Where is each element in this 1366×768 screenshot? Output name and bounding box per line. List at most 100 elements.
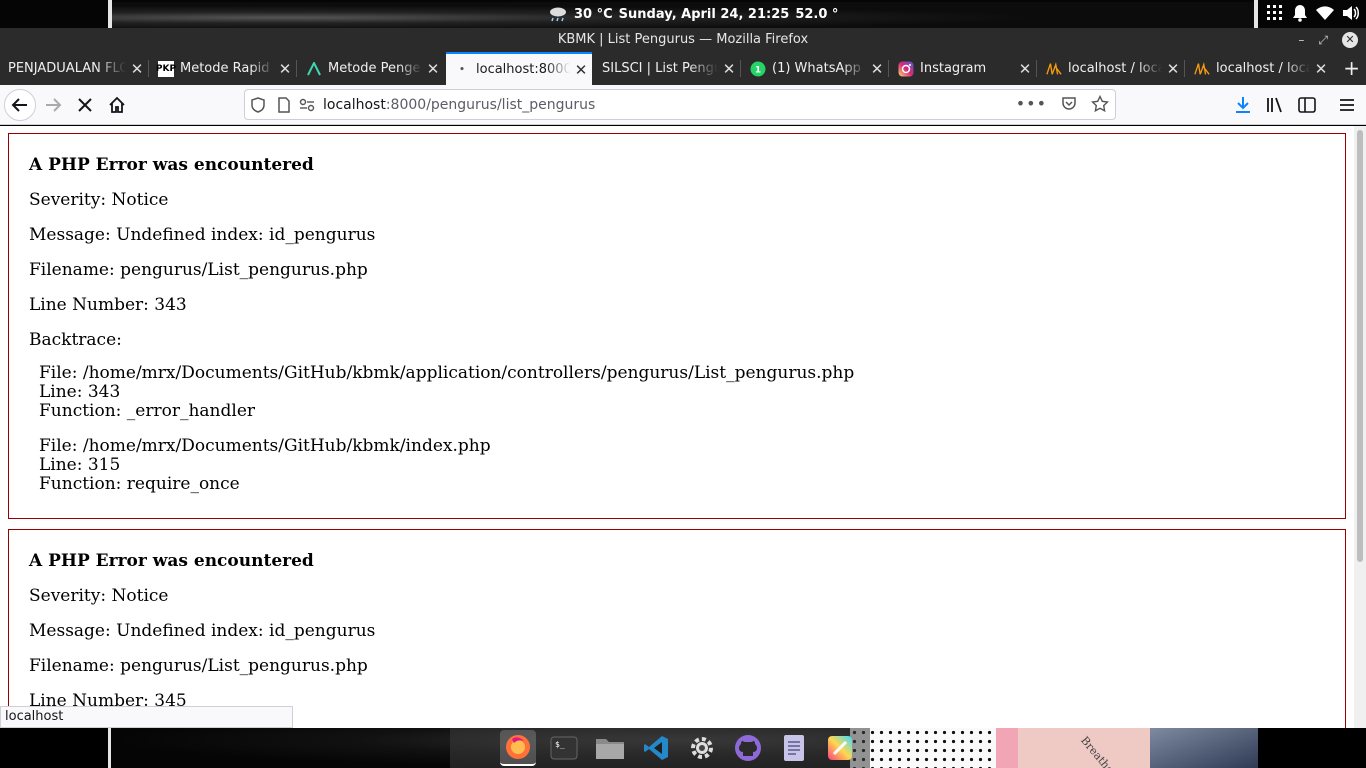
download-arrow-icon bbox=[1236, 97, 1250, 113]
tab-label: localhost / loca bbox=[1068, 61, 1162, 76]
tab-penjadualan[interactable]: PENJADUALAN FLOW SHOP ✕ bbox=[0, 52, 148, 85]
error-severity: Severity: Notice bbox=[29, 190, 169, 210]
github-icon[interactable] bbox=[730, 730, 766, 766]
library-button[interactable] bbox=[1260, 91, 1290, 119]
svg-text:$_: $_ bbox=[555, 740, 565, 749]
desktop-dock: Breathe $_ bbox=[0, 728, 1366, 768]
weather-temp: 30 °C bbox=[574, 6, 613, 22]
weather-extra: 52.0 ° bbox=[795, 6, 839, 22]
minimize-icon[interactable]: – bbox=[1298, 28, 1304, 52]
page-icon[interactable] bbox=[277, 96, 291, 113]
dock-icons: $_ bbox=[500, 728, 858, 768]
php-error-box: A PHP Error was encountered Severity: No… bbox=[8, 529, 1346, 728]
pkp-icon: PKP bbox=[156, 60, 176, 77]
phpmyadmin-icon bbox=[1194, 61, 1210, 77]
page-actions-icon[interactable]: ••• bbox=[1016, 94, 1047, 113]
wifi-icon[interactable] bbox=[1316, 5, 1334, 21]
settings-gear-icon[interactable] bbox=[684, 730, 720, 766]
tab-close-icon[interactable]: ✕ bbox=[274, 60, 296, 78]
tab-label: localhost:8000 bbox=[476, 62, 570, 77]
error-backtrace-label: Backtrace: bbox=[29, 330, 122, 350]
sidebar-icon bbox=[1298, 97, 1316, 113]
tab-localhost-active[interactable]: • localhost:8000 ✕ bbox=[446, 52, 592, 85]
window-title: KBMK | List Pengurus — Mozilla Firefox bbox=[557, 32, 809, 47]
tab-phpmyadmin-1[interactable]: localhost / loca ✕ bbox=[1038, 52, 1184, 85]
close-window-icon[interactable]: ✕ bbox=[1342, 32, 1358, 48]
firefox-icon[interactable] bbox=[500, 730, 536, 766]
hamburger-menu-icon bbox=[1340, 99, 1354, 111]
instagram-icon bbox=[898, 61, 914, 77]
home-button[interactable] bbox=[102, 91, 132, 119]
backtrace-line: Line: 315 bbox=[39, 455, 121, 475]
library-icon bbox=[1267, 97, 1282, 113]
page-scrollbar[interactable] bbox=[1354, 126, 1366, 728]
tab-metode-penge[interactable]: Metode Penge ✕ bbox=[298, 52, 444, 85]
scrollbar-thumb[interactable] bbox=[1357, 130, 1363, 562]
pocket-icon[interactable] bbox=[1061, 96, 1077, 112]
files-icon[interactable] bbox=[592, 730, 628, 766]
backtrace-entry: File: /home/mrx/Documents/GitHub/kbmk/ap… bbox=[39, 364, 1325, 421]
text-editor-icon[interactable] bbox=[776, 730, 812, 766]
vscode-icon[interactable] bbox=[638, 730, 674, 766]
tab-close-icon[interactable]: ✕ bbox=[126, 60, 148, 78]
stop-button[interactable] bbox=[70, 91, 100, 119]
forward-button[interactable] bbox=[38, 91, 68, 119]
app-grid-icon[interactable] bbox=[1266, 4, 1284, 22]
tab-label: Instagram bbox=[920, 61, 987, 76]
tab-close-icon[interactable]: ✕ bbox=[570, 61, 592, 79]
error-severity: Severity: Notice bbox=[29, 586, 169, 606]
menu-button[interactable] bbox=[1332, 91, 1362, 119]
tab-metode-rapid[interactable]: PKP Metode Rapid ✕ bbox=[150, 52, 296, 85]
tab-close-icon[interactable]: ✕ bbox=[1162, 60, 1184, 78]
tab-instagram[interactable]: Instagram ✕ bbox=[890, 52, 1036, 85]
tab-close-icon[interactable]: ✕ bbox=[1310, 60, 1332, 78]
bookmark-star-icon[interactable] bbox=[1091, 94, 1109, 113]
sidebar-button[interactable] bbox=[1292, 91, 1322, 119]
panel-clock[interactable]: 30 °C Sunday, April 24, 21:25 52.0 ° bbox=[548, 5, 838, 23]
tab-close-icon[interactable]: ✕ bbox=[1014, 60, 1036, 78]
url-bar[interactable]: localhost:8000/pengurus/list_pengurus ••… bbox=[244, 89, 1116, 120]
downloads-button[interactable] bbox=[1228, 91, 1258, 119]
tab-label: Metode Rapid bbox=[180, 61, 270, 76]
svg-text:1: 1 bbox=[755, 65, 761, 75]
back-button[interactable] bbox=[4, 89, 36, 121]
error-filename: Filename: pengurus/List_pengurus.php bbox=[29, 260, 368, 280]
new-tab-icon[interactable]: + bbox=[1343, 58, 1360, 78]
wallpaper-pink bbox=[996, 728, 1018, 768]
window-titlebar[interactable]: KBMK | List Pengurus — Mozilla Firefox –… bbox=[0, 28, 1366, 52]
tab-whatsapp[interactable]: 1 (1) WhatsApp ✕ bbox=[742, 52, 888, 85]
tab-label: (1) WhatsApp bbox=[772, 61, 861, 76]
arrow-left-icon bbox=[11, 98, 27, 112]
backtrace-line: Line: 343 bbox=[39, 382, 121, 402]
stop-x-icon bbox=[78, 98, 92, 112]
terminal-icon[interactable]: $_ bbox=[546, 730, 582, 766]
arrow-right-icon bbox=[46, 98, 62, 112]
tab-close-icon[interactable]: ✕ bbox=[422, 60, 444, 78]
url-host: localhost bbox=[323, 96, 386, 113]
backtrace-file: File: /home/mrx/Documents/GitHub/kbmk/in… bbox=[39, 436, 491, 456]
php-error-box: A PHP Error was encountered Severity: No… bbox=[8, 133, 1346, 519]
error-message: Message: Undefined index: id_pengurus bbox=[29, 621, 376, 641]
volume-icon[interactable] bbox=[1342, 5, 1360, 21]
tab-silsci[interactable]: SILSCI | List Pengu ✕ bbox=[594, 52, 740, 85]
wallpaper-dots bbox=[850, 728, 1000, 768]
tab-phpmyadmin-2[interactable]: localhost / loca ✕ bbox=[1186, 52, 1332, 85]
tab-label: localhost / loca bbox=[1216, 61, 1310, 76]
whatsapp-icon: 1 bbox=[750, 61, 766, 77]
permissions-icon[interactable] bbox=[299, 98, 315, 112]
weather-rain-icon bbox=[550, 7, 566, 22]
url-text[interactable]: localhost:8000/pengurus/list_pengurus bbox=[323, 97, 595, 113]
tab-label: SILSCI | List Pengu bbox=[602, 61, 718, 76]
tab-close-icon[interactable]: ✕ bbox=[718, 60, 740, 78]
maximize-icon[interactable]: ⤢ bbox=[1318, 28, 1328, 52]
system-tray bbox=[1266, 4, 1360, 22]
loading-dot-icon: • bbox=[459, 64, 465, 75]
color-picker-icon[interactable] bbox=[822, 730, 858, 766]
bell-icon[interactable] bbox=[1292, 4, 1308, 22]
tab-close-icon[interactable]: ✕ bbox=[866, 60, 888, 78]
wallpaper-photo bbox=[1150, 728, 1258, 768]
shield-icon[interactable] bbox=[251, 96, 265, 113]
tab-label: PENJADUALAN FLOW SHOP bbox=[8, 61, 126, 76]
wallpaper-edge bbox=[1254, 0, 1258, 28]
desktop-top-panel: 30 °C Sunday, April 24, 21:25 52.0 ° bbox=[0, 0, 1366, 28]
